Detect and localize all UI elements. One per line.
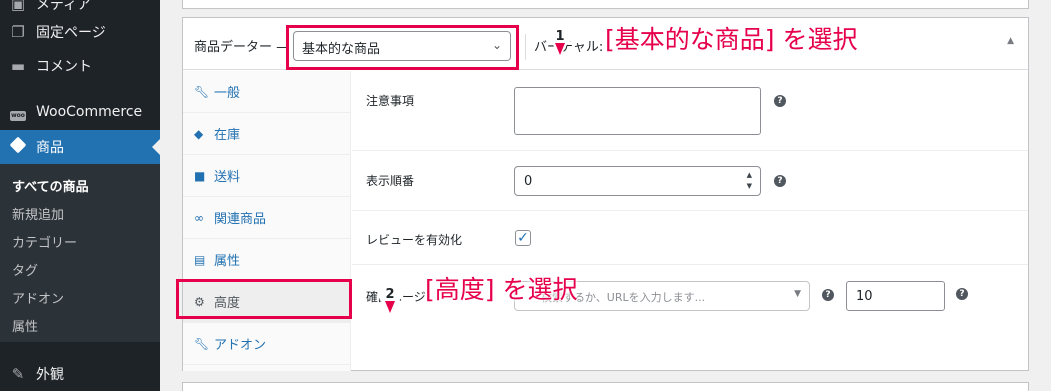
- page-icon: ❐: [11, 23, 25, 41]
- order-label: 表示順番: [366, 174, 415, 188]
- media-icon: ▣: [10, 0, 26, 13]
- submenu-tags[interactable]: タグ: [12, 260, 38, 279]
- sidebar-item-woocommerce[interactable]: woo WooCommerce: [0, 95, 160, 129]
- list-icon: ▤: [194, 252, 206, 267]
- help-icon[interactable]: ?: [774, 175, 786, 187]
- previous-panel-edge: [182, 0, 1029, 9]
- active-indicator: [152, 139, 160, 155]
- product-data-tabs: 🔧︎ 一般 ◆ 在庫 ■ 送料 ∞ 関連商品 ▤ 属性 ⚙ 高度 🔧︎ アドオン: [183, 71, 351, 371]
- review-label: レビューを有効化: [366, 233, 463, 247]
- menu-order-value: 0: [524, 174, 533, 189]
- tab-attributes[interactable]: ▤ 属性: [183, 239, 351, 281]
- submenu-attributes[interactable]: 属性: [12, 316, 38, 335]
- step2-number: 2: [385, 287, 394, 302]
- note-textarea[interactable]: [514, 87, 761, 135]
- step2-instruction: [高度] を選択: [425, 275, 578, 304]
- help-icon[interactable]: ?: [956, 288, 968, 300]
- comment-icon: ▬: [10, 57, 26, 75]
- help-icon[interactable]: ?: [822, 289, 834, 301]
- tab-linked-products[interactable]: ∞ 関連商品: [183, 197, 351, 239]
- step1-marker: 1: [548, 22, 572, 57]
- submenu-add-new[interactable]: 新規追加: [12, 204, 64, 223]
- truck-icon: ■: [194, 168, 206, 183]
- sidebar-item-appearance[interactable]: ✎ 外観: [0, 357, 160, 391]
- note-label: 注意事項: [366, 94, 415, 108]
- wrench-icon: 🔧︎: [194, 84, 210, 99]
- step1-instruction: [基本的な商品] を選択: [605, 25, 858, 54]
- tab-addons[interactable]: 🔧︎ アドオン: [183, 323, 351, 365]
- link-icon: ∞: [194, 210, 204, 225]
- timeout-value: 10: [856, 289, 873, 304]
- sidebar-item-comments[interactable]: ▬ コメント: [0, 49, 160, 83]
- enable-reviews-checkbox[interactable]: ✓: [515, 230, 531, 246]
- product-icon: [0, 136, 36, 156]
- wrench-icon: 🔧︎: [194, 336, 210, 351]
- tag-icon: ◆: [194, 126, 204, 141]
- menu-order-input[interactable]: 0 ▲ ▼: [514, 166, 761, 196]
- tab-inventory[interactable]: ◆ 在庫: [183, 113, 351, 155]
- chevron-down-icon: ▼: [794, 289, 801, 299]
- sidebar-item-pages[interactable]: ❐ 固定ページ: [0, 15, 160, 49]
- help-icon[interactable]: ?: [774, 95, 786, 107]
- field-row-reviews: レビューを有効化: [352, 211, 1028, 265]
- stepper-arrows-icon[interactable]: ▲ ▼: [747, 170, 752, 192]
- woo-icon: woo: [10, 111, 26, 121]
- tab-shipping[interactable]: ■ 送料: [183, 155, 351, 197]
- header-divider: [525, 34, 526, 60]
- sidebar-item-products[interactable]: 商品: [0, 130, 160, 164]
- admin-sidebar: ▣ メディア ❐ 固定ページ ▬ コメント woo WooCommerce 商品…: [0, 0, 160, 391]
- next-panel-edge: [182, 382, 1029, 391]
- step1-number: 1: [555, 29, 564, 44]
- step2-marker: 2: [378, 281, 402, 313]
- products-submenu: すべての商品 新規追加 カテゴリー タグ アドオン 属性: [0, 164, 160, 342]
- appearance-icon: ✎: [11, 365, 25, 383]
- tab-general[interactable]: 🔧︎ 一般: [183, 71, 351, 113]
- timeout-input[interactable]: 10: [846, 281, 945, 311]
- submenu-categories[interactable]: カテゴリー: [12, 232, 77, 251]
- submenu-addons[interactable]: アドオン: [12, 288, 64, 307]
- collapse-arrow-icon[interactable]: ▲: [1007, 36, 1014, 46]
- submenu-all-products[interactable]: すべての商品: [12, 176, 89, 195]
- highlight-product-type: [286, 25, 519, 70]
- highlight-advanced-tab: [176, 279, 352, 319]
- panel-title: 商品データー —: [194, 40, 290, 55]
